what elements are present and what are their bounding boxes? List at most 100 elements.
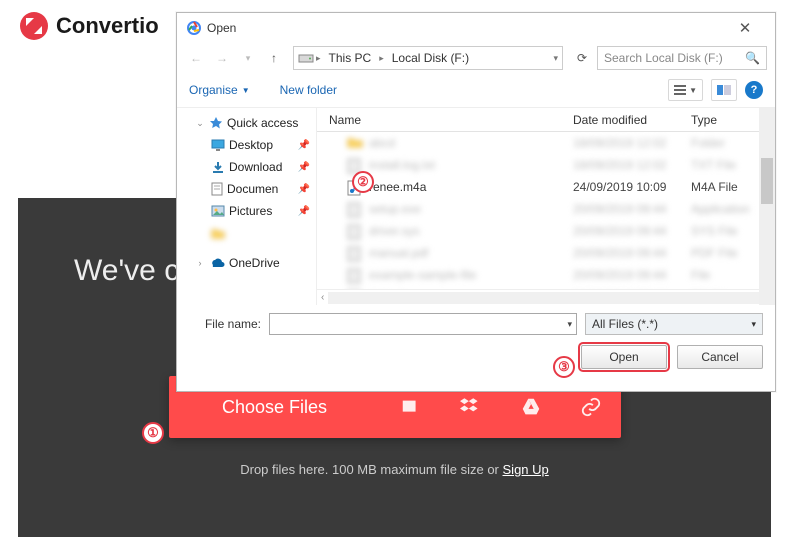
file-list: Name Date modified Type abcd 18/09/2019 1… [317, 108, 775, 305]
pin-icon: 📌 [298, 140, 310, 151]
cancel-button[interactable]: Cancel [677, 345, 763, 369]
brand-name: Convertio [56, 13, 159, 39]
folder-tree: ⌄Quick access Desktop📌 Download📌 Documen… [177, 108, 317, 305]
tree-documents[interactable]: Documen📌 [185, 178, 316, 200]
list-view-icon [674, 85, 686, 95]
download-icon [211, 160, 225, 174]
desktop-icon [211, 139, 225, 151]
file-row[interactable]: abcd18/09/2019 12:02Folder [317, 132, 775, 154]
signup-link[interactable]: Sign Up [503, 462, 549, 477]
nav-up-icon[interactable]: ↑ [263, 47, 285, 69]
link-icon[interactable] [561, 396, 621, 418]
drive-icon [298, 52, 314, 64]
vertical-scrollbar[interactable] [759, 108, 775, 305]
breadcrumb-root[interactable]: This PC [323, 51, 378, 65]
file-date: 20/09/2019 09:44 [573, 246, 691, 260]
star-icon [209, 116, 223, 130]
help-icon[interactable]: ? [745, 81, 763, 99]
dropbox-icon[interactable] [441, 396, 501, 418]
document-icon [211, 182, 223, 196]
file-name: setup.exe [369, 202, 421, 216]
col-date[interactable]: Date modified [573, 113, 691, 127]
file-date: 18/09/2019 12:02 [573, 158, 691, 172]
tree-item-blurred[interactable] [185, 222, 316, 244]
file-icon [347, 136, 363, 150]
preview-pane-icon [717, 85, 731, 95]
drop-hint: Drop files here. 100 MB maximum file siz… [169, 462, 621, 477]
device-icon[interactable] [381, 396, 441, 418]
annotation-2: ② [352, 171, 374, 193]
file-name: renee.m4a [369, 180, 426, 194]
open-button[interactable]: Open [581, 345, 667, 369]
file-row[interactable]: setup.exe20/09/2019 09:44Application [317, 198, 775, 220]
file-row[interactable]: driver.sys20/09/2019 09:44SYS File [317, 220, 775, 242]
file-row[interactable]: data.db20/09/2019 09:44DB File [317, 286, 775, 289]
chevron-down-icon[interactable]: ▾ [567, 319, 572, 330]
file-row[interactable]: renee.m4a24/09/2019 10:09M4A File [317, 176, 775, 198]
file-row[interactable]: manual.pdf20/09/2019 09:44PDF File [317, 242, 775, 264]
filename-label: File name: [189, 317, 261, 331]
file-icon [347, 158, 363, 172]
organise-menu[interactable]: Organise▼ [189, 83, 250, 97]
file-icon [347, 246, 363, 260]
new-folder-button[interactable]: New folder [280, 83, 337, 97]
annotation-1: ① [142, 422, 164, 444]
file-date: 20/09/2019 09:44 [573, 202, 691, 216]
dialog-title: Open [207, 21, 725, 35]
file-name: manual.pdf [369, 246, 428, 260]
refresh-icon[interactable]: ⟳ [571, 47, 593, 69]
pictures-icon [211, 205, 225, 217]
file-date: 20/09/2019 09:44 [573, 224, 691, 238]
tree-onedrive[interactable]: ›OneDrive [185, 252, 316, 274]
chevron-down-icon[interactable]: ▾ [553, 53, 558, 64]
file-open-dialog: Open ✕ ← → ▾ ↑ ▸ This PC ▸ Local Disk (F… [176, 12, 776, 392]
horizontal-scrollbar[interactable]: ‹› [317, 289, 775, 305]
pin-icon: 📌 [298, 162, 310, 173]
file-name: install.log.txt [369, 158, 435, 172]
nav-back-icon[interactable]: ← [185, 47, 207, 69]
tree-pictures[interactable]: Pictures📌 [185, 200, 316, 222]
onedrive-icon [209, 257, 225, 269]
dialog-nav: ← → ▾ ↑ ▸ This PC ▸ Local Disk (F:) ▾ ⟳ … [177, 43, 775, 73]
chevron-down-icon[interactable]: ▾ [237, 47, 259, 69]
file-name: abcd [369, 136, 395, 150]
file-date: 24/09/2019 10:09 [573, 180, 691, 194]
file-icon [347, 202, 363, 216]
view-mode-button[interactable]: ▼ [668, 79, 703, 101]
convertio-logo-icon [20, 12, 48, 40]
annotation-3: ③ [553, 356, 575, 378]
chevron-right-icon: ▸ [316, 53, 321, 64]
filename-field[interactable]: ▾ [269, 313, 577, 335]
tree-desktop[interactable]: Desktop📌 [185, 134, 316, 156]
chrome-icon [187, 21, 201, 35]
dialog-titlebar: Open ✕ [177, 13, 775, 43]
search-input[interactable]: Search Local Disk (F:) 🔍 [597, 46, 767, 70]
pin-icon: 📌 [298, 184, 310, 195]
breadcrumb[interactable]: ▸ This PC ▸ Local Disk (F:) ▾ [293, 46, 563, 70]
file-icon [347, 224, 363, 238]
search-icon: 🔍 [745, 51, 760, 65]
file-name: driver.sys [369, 224, 420, 238]
google-drive-icon[interactable] [501, 396, 561, 418]
choose-files-label: Choose Files [169, 397, 381, 418]
breadcrumb-drive[interactable]: Local Disk (F:) [386, 51, 475, 65]
preview-pane-button[interactable] [711, 79, 737, 101]
file-name: example-sample-file [369, 268, 476, 282]
tree-downloads[interactable]: Download📌 [185, 156, 316, 178]
nav-forward-icon[interactable]: → [211, 47, 233, 69]
search-placeholder: Search Local Disk (F:) [604, 51, 745, 65]
columns-header: Name Date modified Type [317, 108, 775, 132]
close-icon[interactable]: ✕ [725, 19, 765, 37]
chevron-right-icon: ▸ [379, 53, 384, 64]
pin-icon: 📌 [298, 206, 310, 217]
file-date: 18/09/2019 12:02 [573, 136, 691, 150]
file-icon [347, 268, 363, 282]
file-date: 20/09/2019 09:44 [573, 268, 691, 282]
filetype-filter[interactable]: All Files (*.*)▾ [585, 313, 763, 335]
col-name[interactable]: Name [317, 113, 573, 127]
file-row[interactable]: install.log.txt18/09/2019 12:02TXT File [317, 154, 775, 176]
file-row[interactable]: example-sample-file20/09/2019 09:44File [317, 264, 775, 286]
tree-quick-access[interactable]: ⌄Quick access [185, 112, 316, 134]
folder-icon [211, 227, 225, 239]
dialog-toolbar: Organise▼ New folder ▼ ? [177, 73, 775, 107]
